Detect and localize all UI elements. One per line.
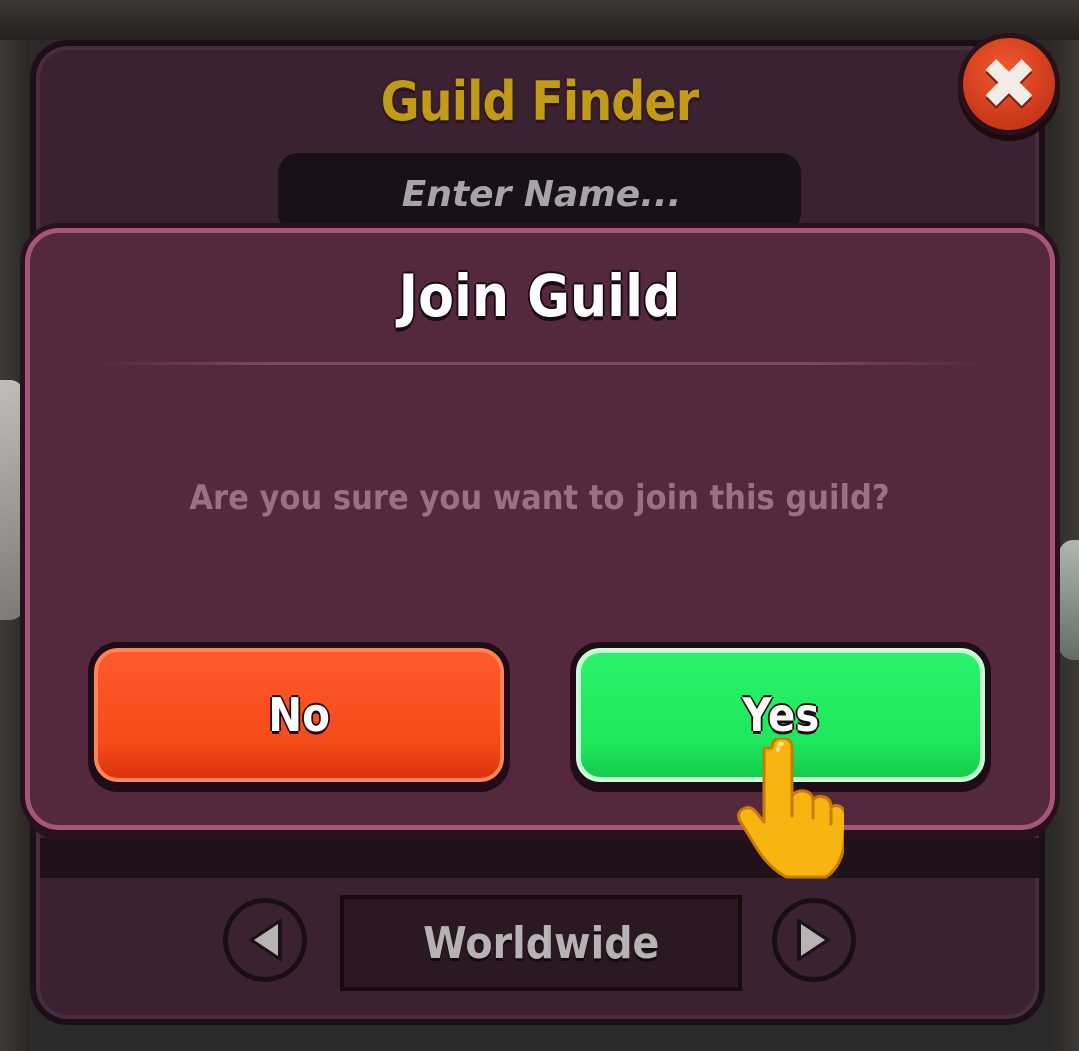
region-label: Worldwide: [422, 917, 660, 969]
dialog-title: Join Guild: [398, 262, 681, 330]
close-icon: ✖: [979, 43, 1039, 125]
no-button[interactable]: No: [88, 642, 510, 788]
arrow-left-icon: [248, 918, 282, 962]
finder-list-bottom-edge: [40, 838, 1039, 878]
background-character-left: [0, 380, 24, 620]
yes-button-label: Yes: [741, 688, 820, 742]
dialog-divider: [95, 362, 985, 365]
guild-search-input[interactable]: [278, 153, 805, 236]
no-button-label: No: [268, 688, 330, 742]
region-prev-button[interactable]: [223, 898, 307, 982]
region-selector: Worldwide: [340, 895, 742, 991]
region-next-button[interactable]: [772, 898, 856, 982]
dialog-message: Are you sure you want to join this guild…: [189, 478, 890, 518]
background-scene-top: [0, 0, 1079, 40]
background-character-right: [1059, 540, 1079, 660]
guild-finder-title: Guild Finder: [380, 70, 700, 133]
pointing-hand-icon: [737, 738, 844, 879]
arrow-right-icon: [797, 918, 831, 962]
close-button[interactable]: ✖: [958, 33, 1060, 135]
guild-search-field[interactable]: [278, 153, 805, 236]
